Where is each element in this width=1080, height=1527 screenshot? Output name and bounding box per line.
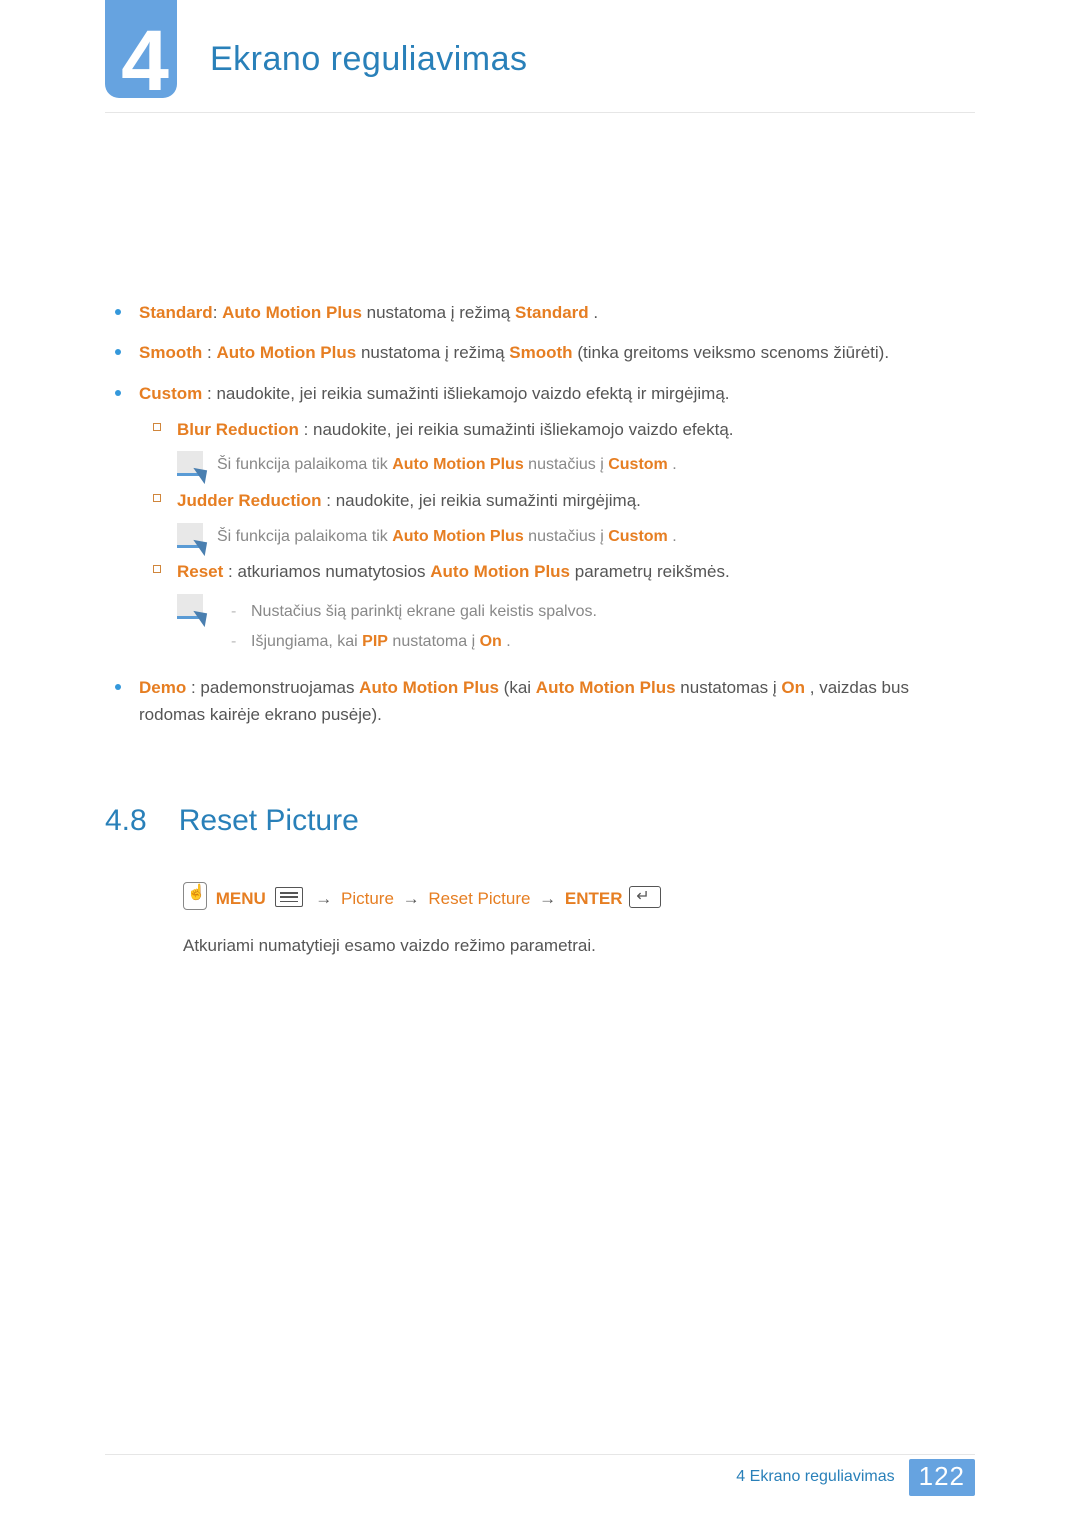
list-item: Nustačius šią parinktį ekrane gali keist… [217, 600, 975, 625]
section-heading: 4.8 Reset Picture [105, 798, 975, 845]
list-item: Blur Reduction : naudokite, jei reikia s… [139, 417, 975, 478]
list-item: Standard: Auto Motion Plus nustatoma į r… [105, 300, 975, 326]
list-item: Custom : naudokite, jei reikia sumažinti… [105, 381, 975, 662]
list-item: Išjungiama, kai PIP nustatoma į On . [217, 630, 975, 655]
section-title: Reset Picture [179, 798, 359, 845]
note-dash-list: Nustačius šią parinktį ekrane gali keist… [217, 600, 975, 656]
bullet-list-level1: Standard: Auto Motion Plus nustatoma į r… [105, 300, 975, 728]
list-item: Judder Reduction : naudokite, jei reikia… [139, 488, 975, 549]
section-number: 4.8 [105, 798, 147, 845]
list-item: Smooth : Auto Motion Plus nustatoma į re… [105, 340, 975, 366]
chapter-title: Ekrano reguliavimas [210, 40, 528, 79]
note-text: Ši funkcija palaikoma tik Auto Motion Pl… [217, 523, 677, 550]
chapter-number: 4 [121, 18, 169, 104]
page-content: Standard: Auto Motion Plus nustatoma į r… [0, 120, 1080, 959]
bullet-list-level2: Blur Reduction : naudokite, jei reikia s… [139, 417, 975, 661]
enter-icon [629, 886, 661, 908]
list-item: Demo : pademonstruojamas Auto Motion Plu… [105, 675, 975, 728]
note-block: Nustačius šią parinktį ekrane gali keist… [177, 594, 975, 662]
note-icon [177, 594, 203, 619]
note-block: Ši funkcija palaikoma tik Auto Motion Pl… [177, 451, 975, 478]
note-block: Ši funkcija palaikoma tik Auto Motion Pl… [177, 523, 975, 550]
menu-icon [275, 887, 303, 907]
header-rule [105, 112, 975, 113]
note-icon [177, 451, 203, 476]
footer-label: 4 Ekrano reguliavimas [736, 1468, 894, 1486]
page-header: 4 Ekrano reguliavimas [0, 0, 1080, 120]
hand-icon [183, 882, 207, 910]
menu-path: MENU → Picture → Reset Picture → ENTER [183, 882, 975, 912]
note-text: Ši funkcija palaikoma tik Auto Motion Pl… [217, 451, 677, 478]
manual-page: 4 Ekrano reguliavimas Standard: Auto Mot… [0, 0, 1080, 1527]
note-icon [177, 523, 203, 548]
list-item: Reset : atkuriamos numatytosios Auto Mot… [139, 559, 975, 661]
page-number-badge: 122 [909, 1459, 975, 1496]
page-footer: 4 Ekrano reguliavimas 122 [0, 1457, 1080, 1497]
chapter-tab: 4 [105, 0, 177, 98]
footer-rule [105, 1454, 975, 1455]
section-body: Atkuriami numatytieji esamo vaizdo režim… [183, 933, 975, 959]
